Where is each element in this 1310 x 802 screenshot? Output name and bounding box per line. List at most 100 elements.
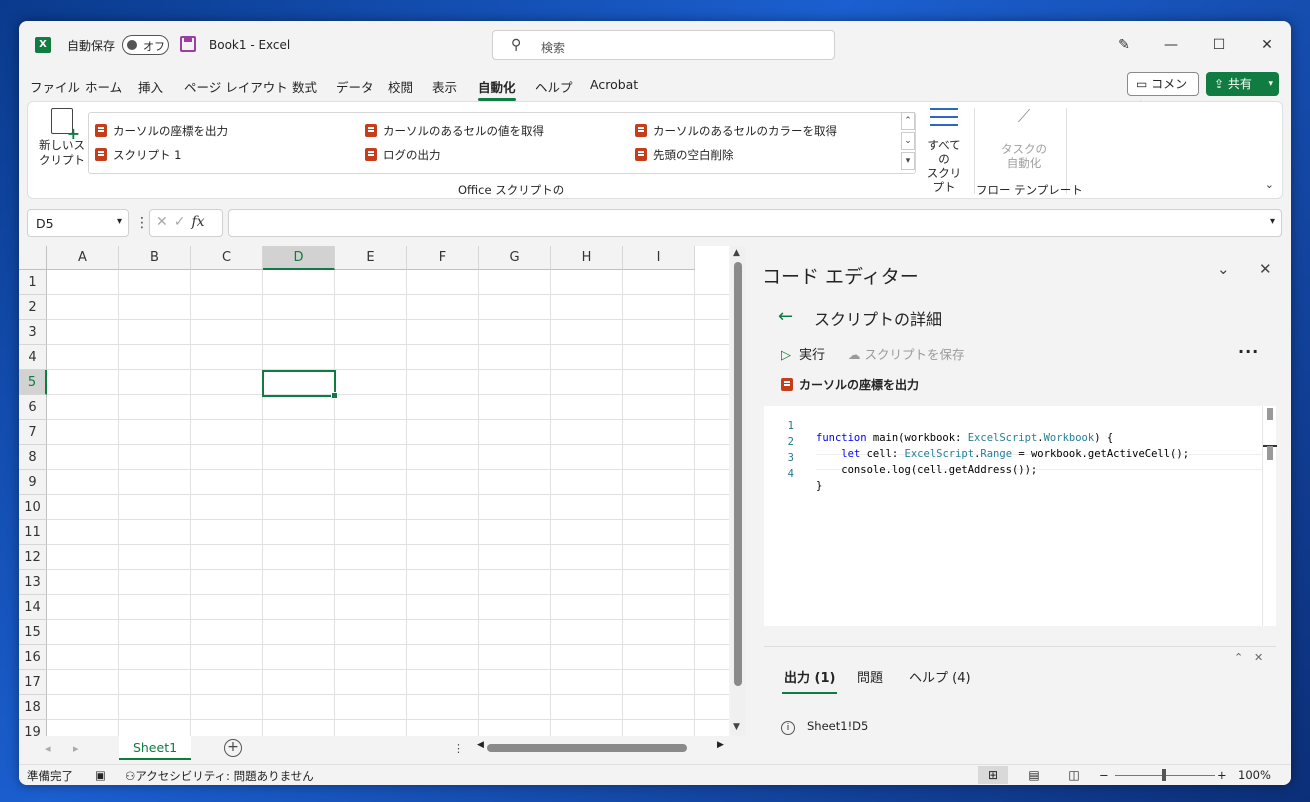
enter-icon[interactable]: ✓ <box>174 214 192 230</box>
search-input[interactable]: ⚲ 検索 <box>492 30 835 60</box>
code-area[interactable]: 1 function main(workbook: ExcelScript.Wo… <box>764 406 1277 626</box>
spreadsheet-grid[interactable]: ABCDEFGHI 1 2 3 4 5 6 7 8 9 10 11 12 13 14 15 16 17 18 19 <box>19 246 729 736</box>
chevron-up-icon[interactable]: ⌃ <box>1234 651 1243 664</box>
all-scripts-button[interactable]: すべての スクリプト <box>922 108 966 194</box>
tab-view[interactable]: 表示 <box>432 77 457 96</box>
column-header[interactable]: H <box>551 246 623 270</box>
vertical-scrollbar[interactable]: ▲ ▼ <box>731 246 745 736</box>
column-header[interactable]: G <box>479 246 551 270</box>
script-item[interactable]: カーソルのあるセルのカラーを取得 <box>635 123 837 139</box>
collapse-ribbon-icon[interactable]: ⌄ <box>1265 178 1274 191</box>
tab-problems[interactable]: 問題 <box>857 667 883 686</box>
zoom-out-button[interactable]: − <box>1099 768 1109 782</box>
tab-help[interactable]: ヘルプ (4) <box>909 667 971 686</box>
expand-formula-icon[interactable]: ▾ <box>1270 216 1275 227</box>
row-header[interactable]: 10 <box>19 495 47 520</box>
tab-help[interactable]: ヘルプ <box>535 77 573 96</box>
select-all-corner[interactable] <box>19 246 47 270</box>
run-button[interactable]: ▷ 実行 <box>781 344 825 363</box>
tab-home[interactable]: ホーム <box>85 77 122 96</box>
chevron-down-icon[interactable]: ⌄ <box>1217 260 1230 278</box>
more-options-icon[interactable]: ⋮ <box>135 215 149 231</box>
sheet-tab[interactable]: Sheet1 <box>119 736 191 760</box>
tab-formulas[interactable]: 数式 <box>292 77 317 96</box>
row-header[interactable]: 13 <box>19 570 47 595</box>
add-sheet-button[interactable]: + <box>224 739 242 757</box>
column-header[interactable]: D <box>263 246 335 270</box>
horizontal-scrollbar[interactable]: ◀ ▶ <box>477 740 727 754</box>
column-header[interactable]: C <box>191 246 263 270</box>
code-scrollbar[interactable] <box>1262 406 1277 626</box>
cancel-icon[interactable]: ✕ <box>156 214 174 230</box>
name-box[interactable]: D5 ▾ <box>27 209 129 237</box>
row-header[interactable]: 4 <box>19 345 47 370</box>
column-header[interactable]: F <box>407 246 479 270</box>
share-button[interactable]: ⇪ 共有 ▾ <box>1206 72 1279 96</box>
row-header[interactable]: 3 <box>19 320 47 345</box>
column-header[interactable]: A <box>47 246 119 270</box>
prev-sheet-icon[interactable]: ◂ <box>45 742 51 755</box>
pen-icon[interactable]: ✎ <box>1112 33 1136 57</box>
tab-acrobat[interactable]: Acrobat <box>590 77 638 92</box>
tab-output[interactable]: 出力 (1) <box>781 667 838 694</box>
next-sheet-icon[interactable]: ▸ <box>73 742 79 755</box>
row-header[interactable]: 1 <box>19 270 47 295</box>
task-automation-button[interactable]: ⟋ タスクの 自動化 <box>996 108 1052 171</box>
tab-review[interactable]: 校閲 <box>388 77 413 96</box>
chevron-down-icon[interactable]: ▾ <box>1268 72 1273 96</box>
gallery-more-button[interactable]: ▾ <box>901 152 915 170</box>
scroll-down-icon[interactable]: ▼ <box>733 722 740 732</box>
back-arrow-icon[interactable]: ← <box>778 306 793 327</box>
tab-automate[interactable]: 自動化 <box>478 77 516 101</box>
script-item[interactable]: カーソルのあるセルの値を取得 <box>365 123 544 139</box>
macro-record-icon[interactable]: ▣ <box>95 768 106 782</box>
active-cell[interactable] <box>262 370 338 399</box>
close-button[interactable]: ✕ <box>1255 33 1279 57</box>
tab-insert[interactable]: 挿入 <box>138 77 163 96</box>
row-header[interactable]: 5 <box>19 370 47 395</box>
autosave-toggle[interactable]: オフ <box>122 35 169 55</box>
tab-data[interactable]: データ <box>336 77 374 96</box>
minimize-button[interactable]: — <box>1159 33 1183 57</box>
row-header[interactable]: 2 <box>19 295 47 320</box>
row-header[interactable]: 16 <box>19 645 47 670</box>
row-header[interactable]: 15 <box>19 620 47 645</box>
row-header[interactable]: 6 <box>19 395 47 420</box>
close-icon[interactable]: ✕ <box>1254 651 1263 664</box>
row-header[interactable]: 18 <box>19 695 47 720</box>
chevron-down-icon[interactable]: ▾ <box>117 216 122 227</box>
page-layout-view-button[interactable]: ▤ <box>1019 766 1049 784</box>
tab-file[interactable]: ファイル <box>30 77 80 96</box>
row-header[interactable]: 11 <box>19 520 47 545</box>
scroll-thumb[interactable] <box>487 744 687 752</box>
zoom-slider-thumb[interactable] <box>1162 769 1166 781</box>
row-header[interactable]: 7 <box>19 420 47 445</box>
gallery-down-button[interactable]: ⌄ <box>901 132 915 150</box>
row-header[interactable]: 12 <box>19 545 47 570</box>
page-break-view-button[interactable]: ◫ <box>1059 766 1089 784</box>
scroll-thumb[interactable] <box>734 262 742 686</box>
accessibility-status[interactable]: ⚇アクセシビリティ: 問題ありません <box>125 768 314 784</box>
scroll-thumb[interactable] <box>1267 408 1273 420</box>
column-header[interactable]: B <box>119 246 191 270</box>
more-options-icon[interactable]: ··· <box>1238 342 1259 361</box>
script-item[interactable]: ログの出力 <box>365 147 441 163</box>
scroll-up-icon[interactable]: ▲ <box>733 248 740 258</box>
zoom-in-button[interactable]: + <box>1217 768 1227 782</box>
zoom-level[interactable]: 100% <box>1238 768 1271 782</box>
row-header[interactable]: 19 <box>19 720 47 736</box>
script-item[interactable]: スクリプト 1 <box>95 147 181 163</box>
normal-view-button[interactable]: ⊞ <box>978 766 1008 784</box>
scroll-left-icon[interactable]: ◀ <box>477 740 484 750</box>
insert-function-icon[interactable]: fx <box>191 214 204 230</box>
script-item[interactable]: 先頭の空白削除 <box>635 147 734 163</box>
tab-page-layout[interactable]: ページ レイアウト <box>184 77 288 96</box>
new-script-button[interactable]: 新しいスクリプト <box>36 108 88 168</box>
row-header[interactable]: 14 <box>19 595 47 620</box>
script-item[interactable]: カーソルの座標を出力 <box>95 123 228 139</box>
gallery-up-button[interactable]: ⌃ <box>901 112 915 130</box>
row-header[interactable]: 17 <box>19 670 47 695</box>
more-options-icon[interactable]: ⋮ <box>453 742 464 755</box>
scroll-right-icon[interactable]: ▶ <box>717 740 724 750</box>
close-icon[interactable]: ✕ <box>1259 260 1272 278</box>
